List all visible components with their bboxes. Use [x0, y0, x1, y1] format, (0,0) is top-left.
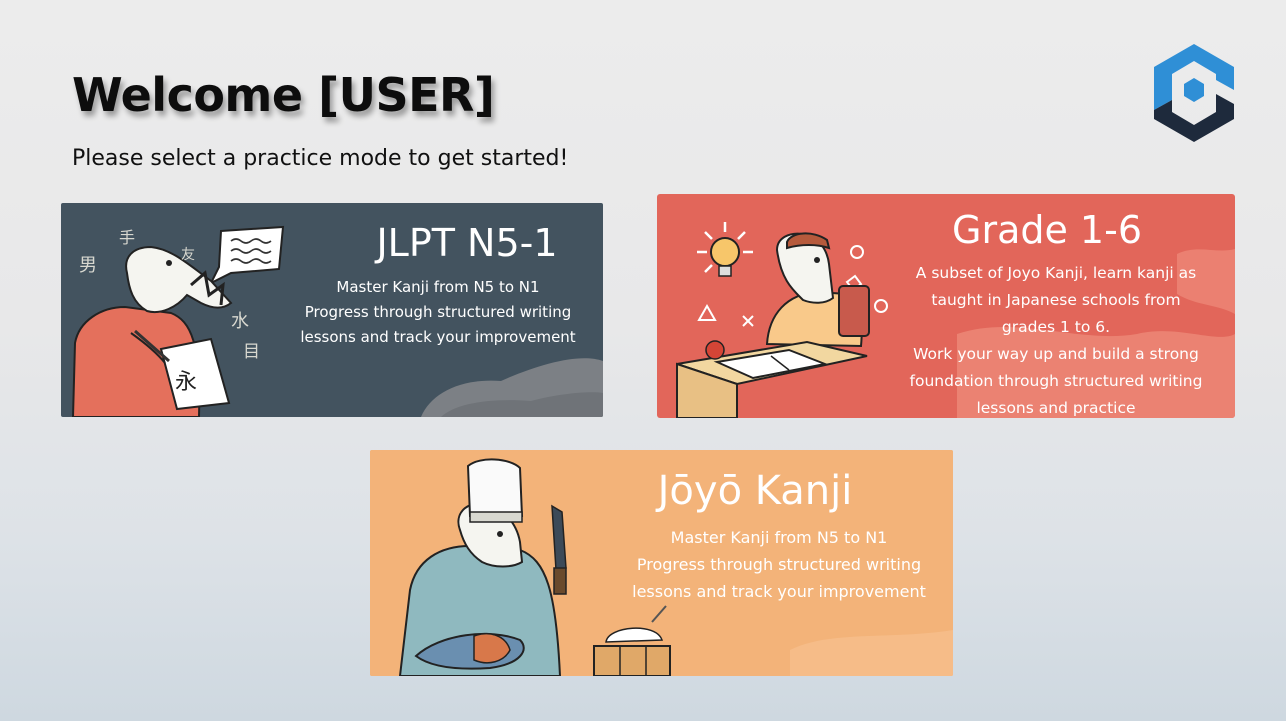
page-subtitle: Please select a practice mode to get sta…: [72, 146, 569, 171]
card-description-line: taught in Japanese schools from: [931, 291, 1181, 309]
card-description-line: Progress through structured writing: [304, 303, 572, 321]
kanji-ei: 永: [175, 370, 197, 395]
card-title: Grade 1-6: [952, 208, 1142, 252]
card-description-line: lessons and track your improvement: [300, 328, 576, 346]
card-description: Master Kanji from N5 to N1 Progress thro…: [273, 275, 603, 350]
card-description-line: Work your way up and build a strong: [913, 345, 1199, 363]
grade-practice-card[interactable]: Grade 1-6 A subset of Joyo Kanji, learn …: [657, 194, 1235, 418]
card-title: JLPT N5-1: [376, 221, 558, 265]
page-title: Welcome [USER]: [72, 68, 495, 122]
joyo-practice-card[interactable]: Jōyō Kanji Master Kanji from N5 to N1 Pr…: [370, 450, 953, 676]
card-description: A subset of Joyo Kanji, learn kanji as t…: [879, 260, 1233, 418]
jlpt-practice-card[interactable]: 永 男 手 友 水 目 JLPT N5-1 Master Kanji from …: [61, 203, 603, 417]
card-description-line: lessons and track your improvement: [632, 582, 926, 601]
kanji-te: 手: [119, 228, 135, 247]
card-description-line: Progress through structured writing: [636, 555, 922, 574]
card-description: Master Kanji from N5 to N1 Progress thro…: [604, 524, 953, 605]
card-description-line: Master Kanji from N5 to N1: [336, 278, 540, 296]
card-description-line: lessons and practice: [976, 399, 1136, 417]
kanji-otoko: 男: [79, 255, 97, 276]
card-description-line: A subset of Joyo Kanji, learn kanji as: [915, 264, 1197, 282]
card-description-line: Master Kanji from N5 to N1: [670, 528, 888, 547]
kanji-tomo: 友: [181, 247, 195, 263]
card-title: Jōyō Kanji: [657, 468, 853, 514]
kanji-me: 目: [243, 342, 260, 362]
card-description-line: foundation through structured writing: [909, 372, 1203, 390]
card-description-line: grades 1 to 6.: [1001, 318, 1111, 336]
kanji-mizu: 水: [231, 311, 249, 332]
hexagon-cube-logo-icon: [1154, 44, 1234, 142]
